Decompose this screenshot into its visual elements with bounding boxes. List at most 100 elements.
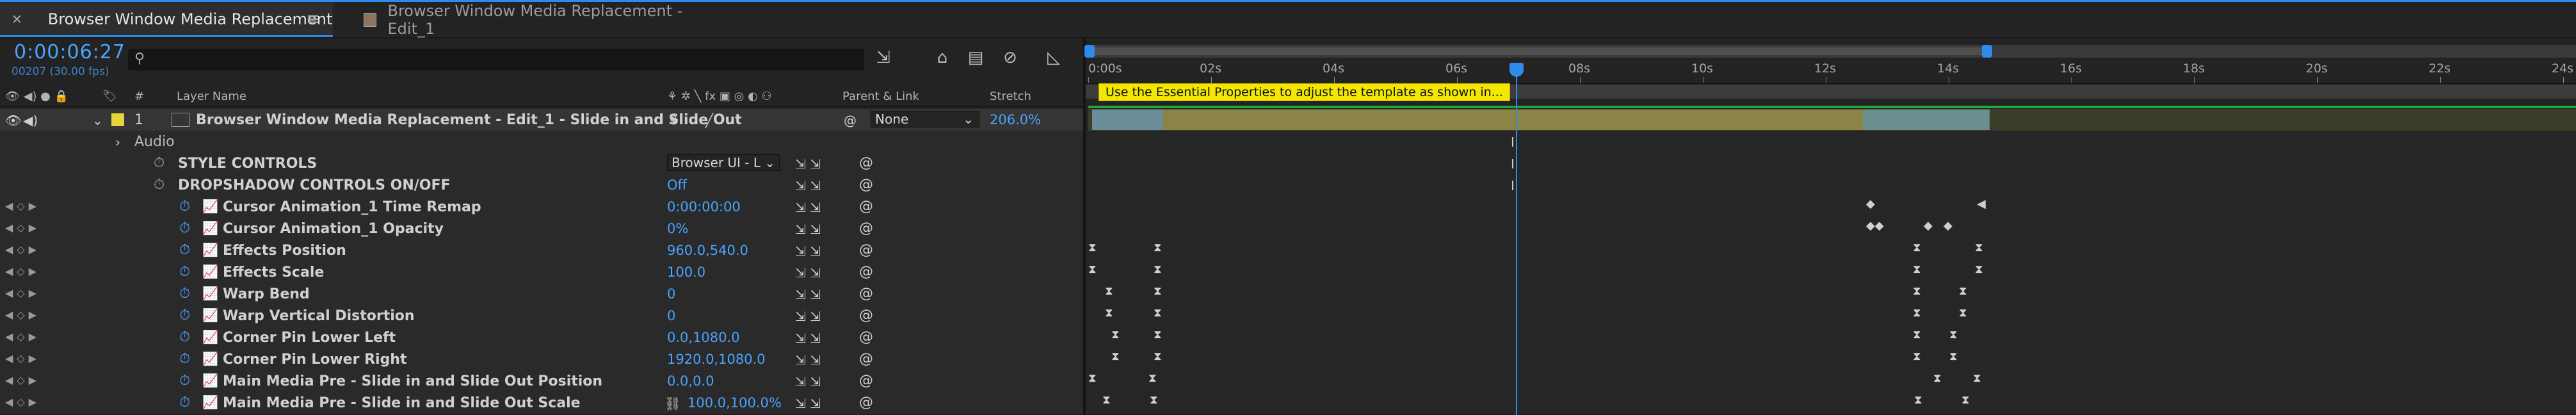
keyframe-navigator-icon[interactable]: ◀◇▶ <box>5 287 40 299</box>
expression-icon[interactable]: @ <box>859 220 873 236</box>
style-dropdown[interactable]: Browser UI - L ⌄ <box>667 154 780 171</box>
keyframe-marker[interactable]: ⧗ <box>1959 306 1967 320</box>
keyframe-marker[interactable]: ◆ <box>1866 197 1875 211</box>
expression-icon[interactable]: @ <box>859 395 873 411</box>
essential-props-icon[interactable]: ⇲ ⇲ <box>795 396 821 411</box>
keyframe-navigator-icon[interactable]: ◀◇▶ <box>5 352 40 364</box>
audio-icon[interactable]: ◀) <box>23 113 38 128</box>
graph-icon[interactable]: 📈 <box>202 286 218 301</box>
panel-menu-icon[interactable]: ≡ <box>306 10 320 29</box>
keyframe-marker[interactable]: ⧗ <box>1975 263 1983 276</box>
timeline-track[interactable] <box>1086 370 2576 393</box>
timeline-track[interactable] <box>1086 392 2576 414</box>
keyframe-navigator-icon[interactable]: ◀◇▶ <box>5 200 40 212</box>
property-row[interactable]: ◀◇▶ ⏱ 📈 Main Media Pre - Slide in and Slide… <box>0 370 1083 393</box>
stopwatch-icon[interactable]: ⏱ <box>179 286 190 302</box>
timeline-track[interactable] <box>1086 283 2576 305</box>
graph-icon[interactable]: 📈 <box>202 242 218 257</box>
essential-props-icon[interactable]: ⇲ ⇲ <box>795 309 821 324</box>
graph-icon[interactable]: 📈 <box>202 395 218 410</box>
keyframe-marker[interactable]: ⧗ <box>1913 284 1921 298</box>
property-value[interactable]: 0 <box>667 286 675 302</box>
property-row-dropshadow[interactable]: ⏱ DROPSHADOW CONTROLS ON/OFF Off ⇲ ⇲ @ <box>0 174 1083 197</box>
expand-chevron-icon[interactable]: › <box>115 134 120 150</box>
expression-icon[interactable]: @ <box>859 199 873 215</box>
graph-icon[interactable]: 📈 <box>202 307 218 323</box>
essential-props-icon[interactable]: ⇲ ⇲ <box>795 156 821 172</box>
comp-marker-comment[interactable]: Use the Essential Properties to adjust t… <box>1099 83 1510 101</box>
property-value[interactable]: 0 <box>667 308 675 323</box>
stopwatch-icon[interactable]: ⏱ <box>179 329 190 345</box>
keyframe-marker[interactable]: ⧗ <box>1105 306 1113 320</box>
keyframe-marker[interactable]: ⧗ <box>1913 263 1921 276</box>
stopwatch-icon[interactable]: ⏱ <box>179 264 190 280</box>
tab-composition-active[interactable]: ✕ Browser Window Media Replacement ≡ <box>0 3 333 37</box>
timeline-track[interactable] <box>1086 348 2576 371</box>
property-row[interactable]: ◀◇▶ ⏱ 📈 Warp Vertical Distortion 0 ⇲ ⇲ @ <box>0 305 1083 327</box>
expand-chevron-icon[interactable]: ⌄ <box>92 113 103 128</box>
keyframe-marker[interactable]: ⧗ <box>1959 284 1967 298</box>
property-value[interactable]: 0% <box>667 221 688 236</box>
keyframe-navigator-icon[interactable]: ◀◇▶ <box>5 265 40 277</box>
keyframe-marker[interactable]: ⧗ <box>1105 284 1113 298</box>
stopwatch-icon[interactable]: ⏱ <box>179 373 190 389</box>
shy-switch-icon[interactable]: ⚘ <box>668 113 680 128</box>
keyframe-marker[interactable]: ⧗ <box>1154 328 1162 341</box>
keyframe-marker[interactable]: ⧗ <box>1933 371 1942 385</box>
essential-props-icon[interactable]: ⇲ ⇲ <box>795 243 821 259</box>
keyframe-marker[interactable]: ⧗ <box>1949 350 1958 363</box>
parent-dropdown[interactable]: None ⌄ <box>871 111 979 127</box>
graph-icon[interactable]: 📈 <box>202 351 218 366</box>
expression-icon[interactable]: @ <box>859 155 873 171</box>
stopwatch-icon[interactable]: ⏱ <box>179 199 190 215</box>
keyframe-marker[interactable]: ⧗ <box>1150 393 1158 407</box>
keyframe-marker[interactable]: ◀ <box>1977 197 1986 211</box>
essential-props-icon[interactable]: ⇲ ⇲ <box>795 178 821 193</box>
timeline-track[interactable] <box>1086 174 2576 197</box>
stopwatch-icon[interactable]: ⏱ <box>154 177 165 193</box>
keyframe-marker[interactable]: ⧗ <box>1949 328 1958 341</box>
search-input[interactable]: ⚲ <box>128 49 864 70</box>
graph-editor-icon[interactable]: ◺ <box>1042 46 1065 69</box>
expression-icon[interactable]: @ <box>859 351 873 367</box>
close-tab-icon[interactable]: ✕ <box>12 12 22 27</box>
keyframe-navigator-icon[interactable]: ◀◇▶ <box>5 243 40 256</box>
timeline-track[interactable] <box>1086 261 2576 284</box>
essential-props-icon[interactable]: ⇲ ⇲ <box>795 265 821 281</box>
keyframe-navigator-icon[interactable]: ◀◇▶ <box>5 396 40 408</box>
timeline-track[interactable] <box>1086 240 2576 262</box>
keyframe-navigator-icon[interactable]: ◀◇▶ <box>5 309 40 321</box>
column-parent-link[interactable]: Parent & Link <box>842 90 919 103</box>
graph-icon[interactable]: 📈 <box>202 329 218 345</box>
essential-props-icon[interactable]: ⇲ ⇲ <box>795 352 821 368</box>
keyframe-navigator-icon[interactable]: ◀◇▶ <box>5 330 40 343</box>
property-value[interactable]: 0:00:00:00 <box>667 199 741 215</box>
graph-icon[interactable]: 📈 <box>202 220 218 236</box>
expression-icon[interactable]: @ <box>859 242 873 258</box>
property-row[interactable]: ◀◇▶ ⏱ 📈 Effects Scale 100.0 ⇲ ⇲ @ <box>0 261 1083 284</box>
keyframe-marker[interactable]: ⧗ <box>1088 371 1097 385</box>
keyframe-marker[interactable]: ◆◆ <box>1866 219 1884 232</box>
stopwatch-icon[interactable]: ⏱ <box>179 395 190 411</box>
time-navigator-range[interactable] <box>1088 47 1986 55</box>
expression-icon[interactable]: @ <box>859 264 873 280</box>
expression-icon[interactable]: @ <box>859 307 873 323</box>
visibility-icon[interactable]: 👁 <box>5 113 21 128</box>
column-stretch[interactable]: Stretch <box>990 90 1031 103</box>
time-navigator-end-handle[interactable] <box>1982 45 1992 58</box>
property-value[interactable]: 960.0,540.0 <box>667 243 748 258</box>
stopwatch-icon[interactable]: ⏱ <box>179 351 190 367</box>
property-value[interactable]: 100.0,100.0% <box>688 395 782 411</box>
keyframe-marker[interactable]: ⧗ <box>1913 328 1921 341</box>
link-icon[interactable]: ⛓ <box>664 396 680 411</box>
keyframe-marker[interactable]: ⧗ <box>1913 306 1921 320</box>
time-navigator-start-handle[interactable] <box>1084 45 1095 58</box>
property-row[interactable]: ◀◇▶ ⏱ 📈 Cursor Animation_1 Time Remap 0:00:0… <box>0 196 1083 218</box>
keyframe-navigator-icon[interactable]: ◀◇▶ <box>5 222 40 234</box>
keyframe-marker[interactable]: ⧗ <box>1111 350 1120 363</box>
property-row-audio[interactable]: › Audio <box>0 131 1083 153</box>
keyframe-marker[interactable]: ⧗ <box>1088 241 1097 254</box>
property-row[interactable]: ◀◇▶ ⏱ 📈 Corner Pin Lower Right 1920.0,1080.0… <box>0 348 1083 371</box>
essential-props-icon[interactable]: ⇲ ⇲ <box>795 200 821 215</box>
essential-props-icon[interactable]: ⇲ ⇲ <box>795 222 821 237</box>
